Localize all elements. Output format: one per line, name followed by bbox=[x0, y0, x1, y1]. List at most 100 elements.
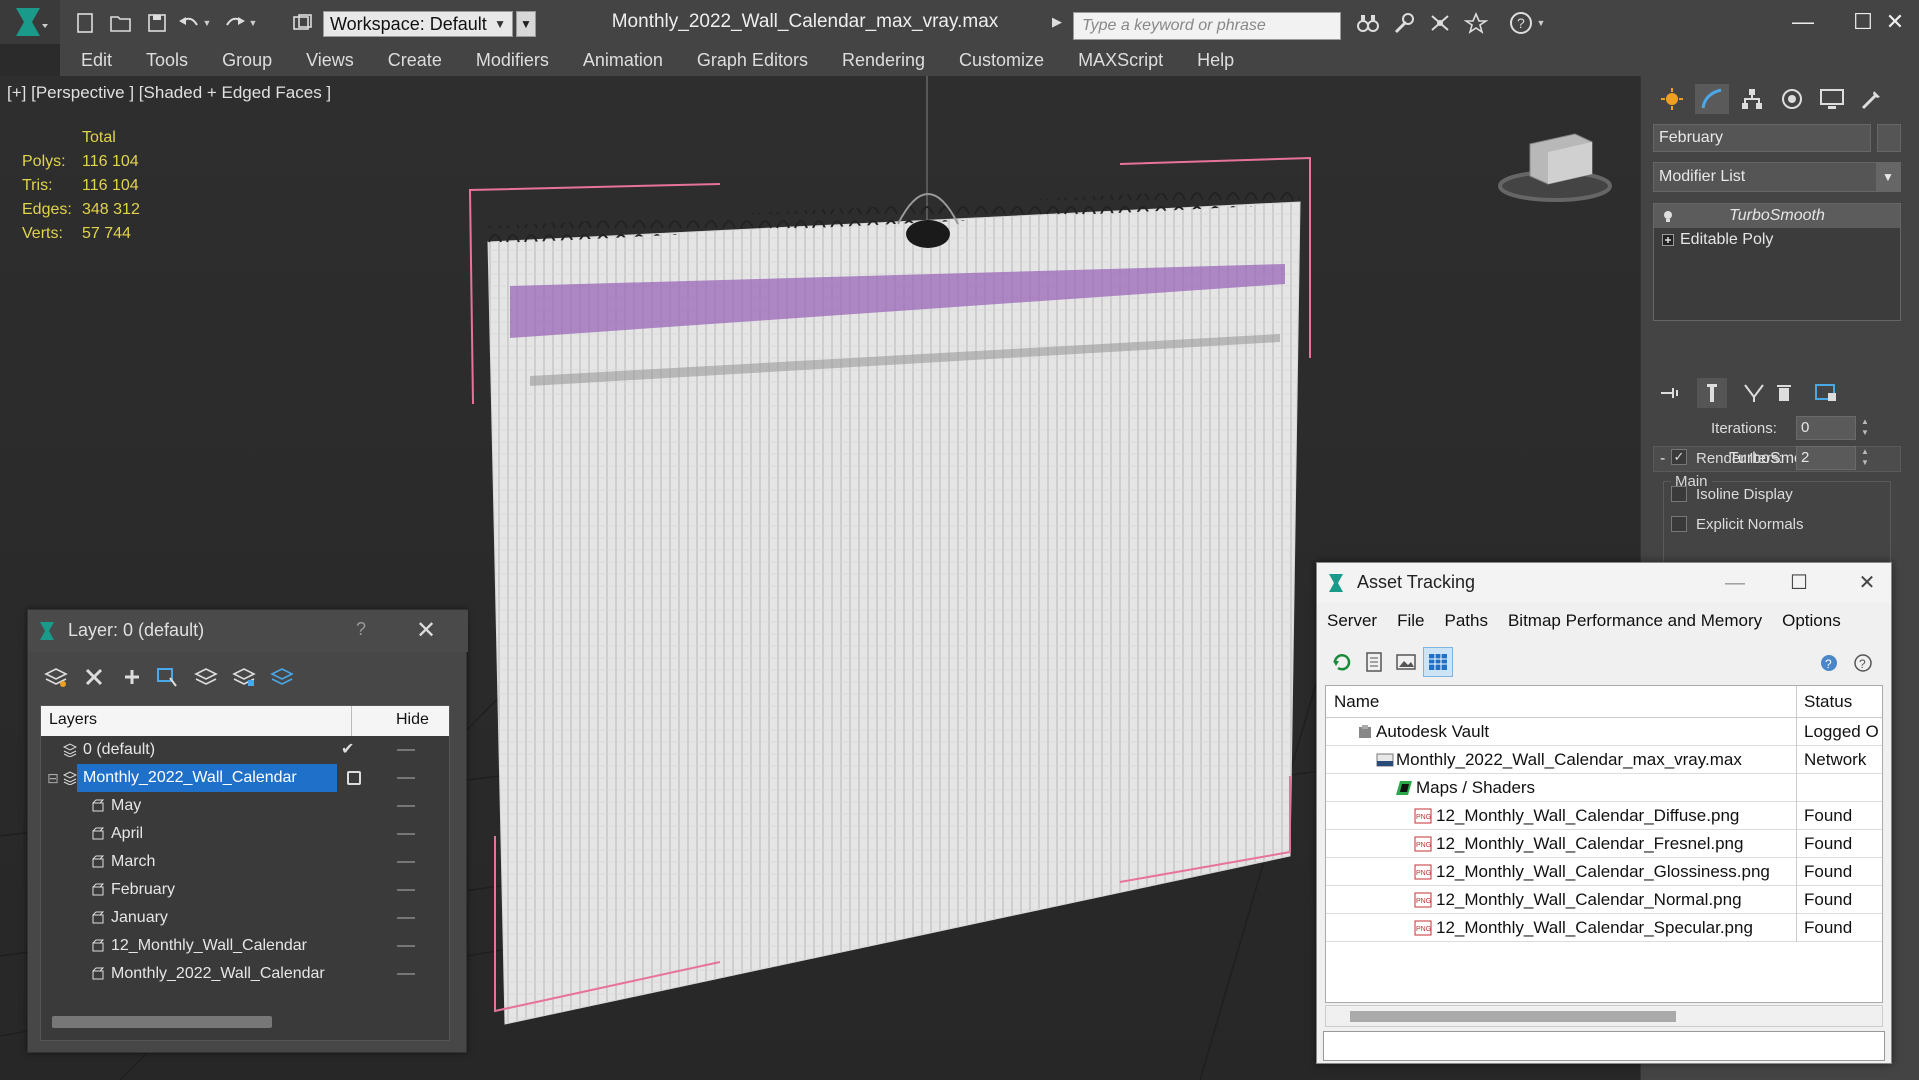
asset-path-field[interactable] bbox=[1323, 1031, 1885, 1061]
save-icon[interactable] bbox=[144, 10, 170, 36]
delete-layer-icon[interactable] bbox=[78, 662, 110, 692]
render-iters-spinner[interactable]: 2 bbox=[1796, 446, 1856, 470]
undo-icon[interactable] bbox=[176, 10, 202, 36]
menu-maxscript[interactable]: MAXScript bbox=[1061, 44, 1180, 76]
object-row-april[interactable]: April bbox=[41, 820, 449, 848]
hide-all-layers-icon[interactable] bbox=[228, 662, 260, 692]
help-icon[interactable]: ? bbox=[1849, 647, 1879, 677]
open-file-icon[interactable] bbox=[108, 10, 134, 36]
minimize-icon[interactable]: — bbox=[1773, 4, 1833, 40]
object-row-12-monthly[interactable]: 12_Monthly_Wall_Calendar bbox=[41, 932, 449, 960]
menu-rendering[interactable]: Rendering bbox=[825, 44, 942, 76]
asset-dialog-titlebar[interactable]: Asset Tracking — ☐ ✕ bbox=[1317, 563, 1891, 603]
help-dropdown-icon[interactable]: ▼ bbox=[1534, 10, 1548, 36]
workspace-more-button[interactable]: ▼ bbox=[516, 11, 536, 37]
add-selected-icon[interactable] bbox=[116, 662, 148, 692]
object-name-field[interactable]: February bbox=[1653, 124, 1871, 152]
menu-views[interactable]: Views bbox=[289, 44, 371, 76]
asset-row-glossiness[interactable]: PNG 12_Monthly_Wall_Calendar_Glossiness.… bbox=[1326, 858, 1882, 886]
configure-sets-icon[interactable] bbox=[1811, 378, 1841, 408]
asset-menu-options[interactable]: Options bbox=[1772, 611, 1851, 631]
object-row-may[interactable]: May bbox=[41, 792, 449, 820]
hide-toggle[interactable] bbox=[397, 749, 415, 751]
search-input[interactable]: Type a keyword or phrase bbox=[1073, 12, 1341, 40]
menu-customize[interactable]: Customize bbox=[942, 44, 1061, 76]
asset-row-fresnel[interactable]: PNG 12_Monthly_Wall_Calendar_Fresnel.png… bbox=[1326, 830, 1882, 858]
layer-row-default[interactable]: 0 (default) ✔ bbox=[41, 736, 449, 764]
horizontal-scrollbar[interactable] bbox=[1325, 1005, 1883, 1027]
col-status[interactable]: Status bbox=[1804, 692, 1852, 712]
explicit-normals-checkbox[interactable] bbox=[1671, 516, 1687, 532]
help-icon[interactable]: ? bbox=[1508, 10, 1534, 36]
table-view-icon[interactable] bbox=[1423, 647, 1453, 677]
asset-row-specular[interactable]: PNG 12_Monthly_Wall_Calendar_Specular.pn… bbox=[1326, 914, 1882, 942]
menu-animation[interactable]: Animation bbox=[566, 44, 680, 76]
menu-help[interactable]: Help bbox=[1180, 44, 1251, 76]
object-row-january[interactable]: January bbox=[41, 904, 449, 932]
hide-toggle[interactable] bbox=[397, 833, 415, 835]
object-color-swatch[interactable] bbox=[1877, 124, 1901, 152]
asset-row-maps-shaders[interactable]: Maps / Shaders bbox=[1326, 774, 1882, 802]
display-tab-icon[interactable] bbox=[1815, 84, 1849, 114]
col-name[interactable]: Name bbox=[1334, 692, 1379, 712]
hide-toggle[interactable] bbox=[397, 777, 415, 779]
highlight-layer-icon[interactable] bbox=[190, 662, 222, 692]
render-iters-checkbox[interactable]: ✓ bbox=[1671, 449, 1687, 465]
col-hide[interactable]: Hide bbox=[396, 711, 429, 729]
hide-toggle[interactable] bbox=[397, 945, 415, 947]
hide-toggle[interactable] bbox=[397, 889, 415, 891]
horizontal-scrollbar[interactable] bbox=[52, 1016, 272, 1028]
freeze-all-layers-icon[interactable] bbox=[266, 662, 298, 692]
communication-icon[interactable] bbox=[1427, 10, 1453, 36]
show-end-result-icon[interactable] bbox=[1697, 378, 1727, 408]
workspace-dropdown[interactable]: Workspace: Default ▼ bbox=[323, 11, 513, 37]
iterations-spinner[interactable]: 0 bbox=[1796, 416, 1856, 440]
column-separator[interactable] bbox=[351, 706, 352, 736]
menu-edit[interactable]: Edit bbox=[60, 44, 129, 76]
layer-dialog-titlebar[interactable]: Layer: 0 (default) ? ✕ bbox=[28, 610, 468, 652]
hide-toggle[interactable] bbox=[397, 917, 415, 919]
vault-help-icon[interactable]: ? bbox=[1815, 647, 1845, 677]
select-objects-icon[interactable] bbox=[152, 662, 184, 692]
asset-menu-file[interactable]: File bbox=[1387, 611, 1434, 631]
maximize-icon[interactable]: ☐ bbox=[1779, 567, 1819, 599]
thumbnail-view-icon[interactable] bbox=[1391, 647, 1421, 677]
search-expand-icon[interactable]: ▶ bbox=[1052, 14, 1070, 34]
new-file-icon[interactable] bbox=[72, 10, 98, 36]
menu-group[interactable]: Group bbox=[205, 44, 289, 76]
asset-row-max-file[interactable]: Monthly_2022_Wall_Calendar_max_vray.max … bbox=[1326, 746, 1882, 774]
modify-tab-icon[interactable] bbox=[1695, 84, 1729, 114]
stack-item-editable-poly[interactable]: Editable Poly bbox=[1654, 228, 1900, 252]
object-row-monthly-2022[interactable]: Monthly_2022_Wall_Calendar bbox=[41, 960, 449, 988]
minimize-icon[interactable]: — bbox=[1715, 567, 1755, 599]
list-view-icon[interactable] bbox=[1359, 647, 1389, 677]
menu-tools[interactable]: Tools bbox=[129, 44, 205, 76]
pin-stack-icon[interactable] bbox=[1655, 378, 1685, 408]
asset-menu-bitmap-performance[interactable]: Bitmap Performance and Memory bbox=[1498, 611, 1772, 631]
undo-dropdown-icon[interactable]: ▼ bbox=[200, 10, 214, 36]
favorites-star-icon[interactable] bbox=[1463, 10, 1489, 36]
modifier-list-dropdown[interactable]: Modifier List ▼ bbox=[1653, 162, 1901, 192]
spinner-arrows-icon[interactable]: ▲ ▼ bbox=[1859, 416, 1871, 440]
hide-toggle[interactable] bbox=[397, 805, 415, 807]
object-row-march[interactable]: March bbox=[41, 848, 449, 876]
layer-row-monthly-2022[interactable]: ⊟ Monthly_2022_Wall_Calendar bbox=[41, 764, 449, 792]
collapse-minus-icon[interactable]: ⊟ bbox=[47, 764, 59, 792]
create-tab-sun-icon[interactable] bbox=[1655, 84, 1689, 114]
menu-modifiers[interactable]: Modifiers bbox=[459, 44, 566, 76]
asset-row-normal[interactable]: PNG 12_Monthly_Wall_Calendar_Normal.png … bbox=[1326, 886, 1882, 914]
col-layers[interactable]: Layers bbox=[49, 711, 97, 729]
make-unique-icon[interactable] bbox=[1739, 378, 1769, 408]
menu-graph-editors[interactable]: Graph Editors bbox=[680, 44, 825, 76]
motion-tab-icon[interactable] bbox=[1775, 84, 1809, 114]
asset-row-diffuse[interactable]: PNG 12_Monthly_Wall_Calendar_Diffuse.png… bbox=[1326, 802, 1882, 830]
object-row-february[interactable]: February bbox=[41, 876, 449, 904]
hide-toggle[interactable] bbox=[397, 861, 415, 863]
close-icon[interactable]: ✕ bbox=[416, 616, 436, 645]
spinner-arrows-icon[interactable]: ▲ ▼ bbox=[1859, 446, 1871, 470]
asset-row-vault[interactable]: Autodesk Vault Logged O bbox=[1326, 718, 1882, 746]
redo-icon[interactable] bbox=[222, 10, 248, 36]
close-icon[interactable]: ✕ bbox=[1847, 567, 1887, 599]
viewport-label[interactable]: [+] [Perspective ] [Shaded + Edged Faces… bbox=[7, 83, 331, 103]
utilities-tab-icon[interactable] bbox=[1855, 84, 1889, 114]
